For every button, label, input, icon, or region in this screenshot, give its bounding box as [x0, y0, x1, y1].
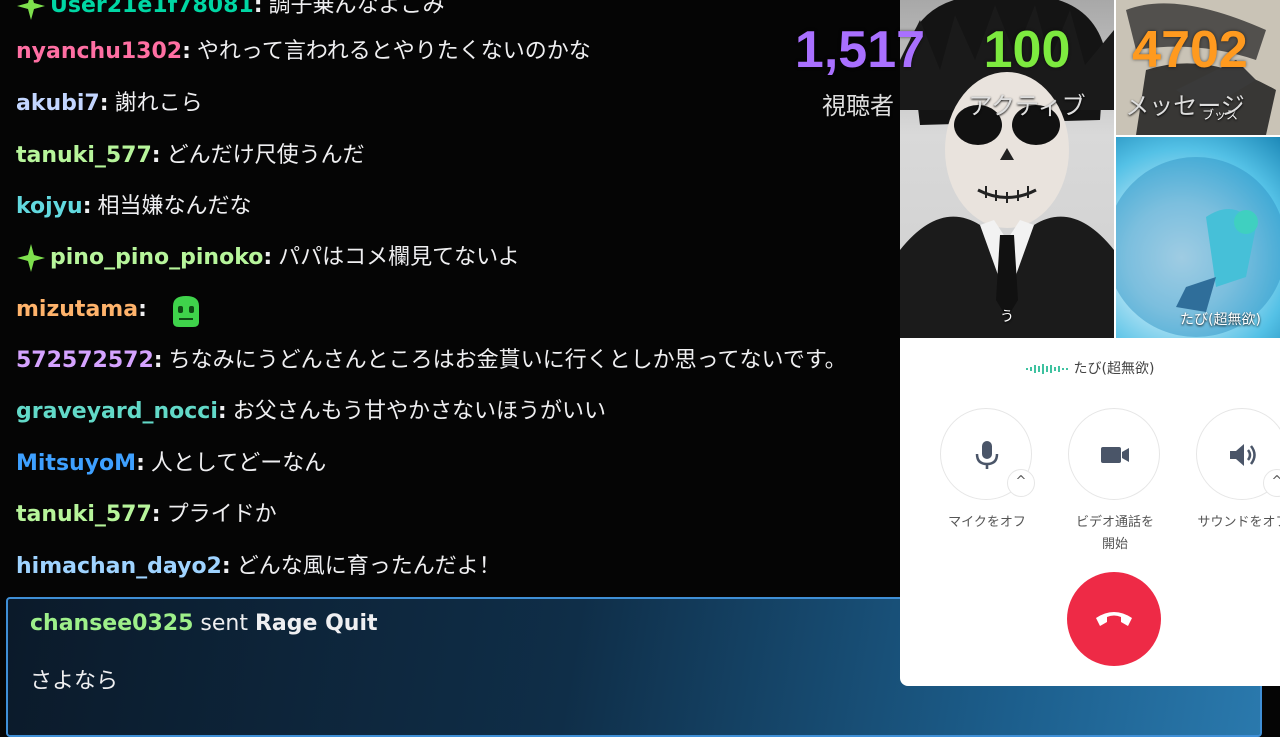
chat-message: 572572572: ちなみにうどんさんところはお金貰いに行くとしか思ってないです… [16, 348, 847, 373]
chat-username[interactable]: nyanchu1302 [16, 39, 182, 64]
active-speaker-name: たび(超無欲) [1073, 361, 1155, 377]
sound-control: ^ サウンドをオフ [1196, 408, 1280, 534]
sound-label: サウンドをオフ [1197, 515, 1280, 530]
chat-text: 人としてどーなん [150, 451, 327, 476]
chat-message: kojyu: 相当嫌なんだな [16, 194, 252, 219]
sound-options-chevron-icon[interactable]: ^ [1263, 469, 1280, 497]
chat-username[interactable]: akubi7 [16, 91, 100, 116]
sparkle-badge-icon [16, 240, 50, 276]
mic-options-chevron-icon[interactable]: ^ [1007, 469, 1035, 497]
chat-text: ちなみにうどんさんところはお金貰いに行くとしか思ってないです。 [168, 348, 847, 373]
participant-name: たび(超無欲) [1180, 312, 1261, 328]
chat-text: 調子乗んなよごみ [268, 0, 445, 18]
active-speaker: たび(超無欲) [900, 358, 1280, 378]
video-camera-icon [1101, 447, 1129, 463]
chat-message: MitsuyoM: 人としてどーなん [16, 451, 327, 476]
chat-message: himachan_dayo2: どんな風に育ったんだよ！ [16, 554, 501, 579]
participant-avatar-anime [1116, 157, 1280, 337]
active-count: 100 [983, 21, 1071, 79]
gift-alert-item: Rage Quit [254, 611, 378, 636]
chat-message: pino_pino_pinoko: パパはコメ欄見てないよ [16, 240, 520, 276]
viewer-count: 1,517 [794, 21, 926, 79]
chat-username[interactable]: User21e1f78081 [50, 0, 254, 18]
speaker-icon [1230, 444, 1256, 466]
chat-message: tanuki_577: どんだけ尺使うんだ [16, 143, 365, 168]
green-blob-emote-icon [167, 292, 205, 328]
gift-alert-username[interactable]: chansee0325 [30, 611, 193, 636]
audio-wave-icon [1025, 364, 1068, 374]
mic-toggle-button[interactable]: ^ [940, 408, 1035, 500]
chat-text: パパはコメ欄見てないよ [278, 245, 520, 270]
chat-username[interactable]: mizutama [16, 297, 138, 322]
microphone-icon [975, 441, 999, 469]
message-label: メッセージ [1125, 92, 1245, 120]
chat-username[interactable]: kojyu [16, 194, 83, 219]
chat-message: graveyard_nocci: お父さんもう甘やかさないほうがいい [16, 399, 607, 424]
gift-alert-header: chansee0325 sent Rage Quit [30, 611, 378, 636]
video-start-button[interactable] [1068, 408, 1160, 500]
chat-message: mizutama: [16, 292, 205, 328]
chat-text: 相当嫌なんだな [97, 194, 252, 219]
hangup-button[interactable] [1067, 572, 1161, 666]
chat-username[interactable]: graveyard_nocci [16, 399, 218, 424]
chat-username[interactable]: tanuki_577 [16, 502, 152, 527]
message-count: 4702 [1132, 21, 1248, 79]
gift-alert-message: さよなら [30, 669, 119, 694]
video-control: ビデオ通話を 開始 [1068, 408, 1162, 556]
sparkle-badge-icon [16, 0, 50, 24]
chat-text: プライドか [166, 502, 277, 527]
sound-toggle-button[interactable]: ^ [1196, 408, 1280, 500]
chat-username[interactable]: MitsuyoM [16, 451, 136, 476]
chat-username[interactable]: 572572572 [16, 348, 154, 373]
phone-hangup-icon [1096, 612, 1132, 626]
viewer-label: 視聴者 [822, 92, 894, 120]
mic-control: ^ マイクをオフ [940, 408, 1035, 534]
chat-text: やれって言われるとやりたくないのかな [196, 39, 591, 64]
chat-message: tanuki_577: プライドか [16, 502, 277, 527]
chat-message: nyanchu1302: やれって言われるとやりたくないのかな [16, 39, 591, 64]
chat-message: akubi7: 謝れこら [16, 91, 203, 116]
chat-username[interactable]: himachan_dayo2 [16, 554, 222, 579]
gift-alert-verb: sent [200, 611, 248, 636]
chat-message: User21e1f78081: 調子乗んなよごみ [16, 0, 445, 24]
chat-username[interactable]: pino_pino_pinoko [50, 245, 263, 270]
video-label: ビデオ通話を 開始 [1075, 515, 1154, 552]
mic-label: マイクをオフ [948, 515, 1026, 530]
participant-tile[interactable]: たび(超無欲) [1116, 137, 1280, 338]
active-label: アクティブ [968, 92, 1086, 120]
chat-text: どんだけ尺使うんだ [166, 143, 365, 168]
chat-text: 謝れこら [114, 91, 203, 116]
chat-username[interactable]: tanuki_577 [16, 143, 152, 168]
participant-name: う [1000, 309, 1014, 325]
chat-text: どんな風に育ったんだよ！ [236, 554, 501, 579]
stream-stats-overlay: 1,517 視聴者 100 アクティブ 4702 メッセージ [780, 20, 1280, 130]
chat-text: お父さんもう甘やかさないほうがいい [232, 399, 607, 424]
